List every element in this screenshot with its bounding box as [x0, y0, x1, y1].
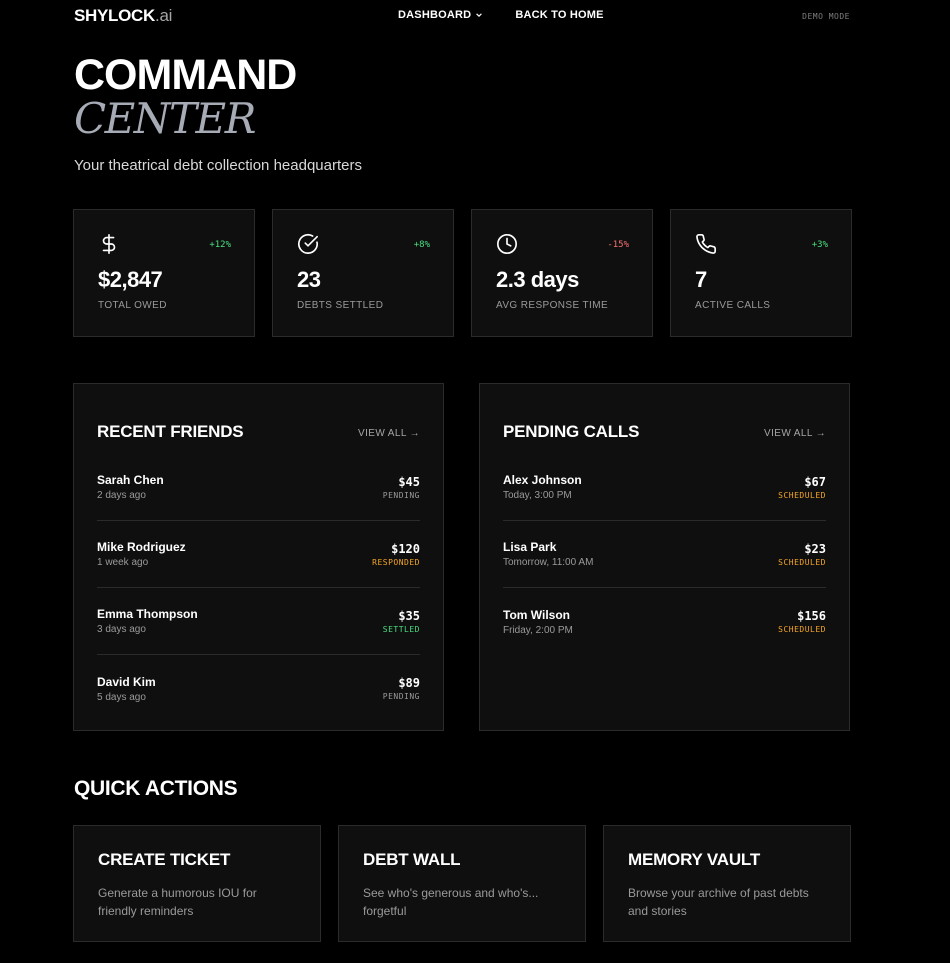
friend-name: Mike Rodriguez — [97, 540, 186, 554]
caller-name: Lisa Park — [503, 540, 557, 554]
stat-label: ACTIVE CALLS — [695, 300, 771, 311]
stat-card-avg-response-time: -15% 2.3 days AVG RESPONSE TIME — [471, 209, 653, 337]
phone-icon — [696, 234, 716, 254]
stat-change: +12% — [209, 240, 231, 250]
logo[interactable]: SHYLOCK.ai — [74, 6, 172, 26]
panel-header: PENDING CALLS VIEW ALL → — [503, 384, 826, 454]
amount: $89 — [398, 676, 420, 690]
list-item[interactable]: Sarah Chen 2 days ago $45 PENDING — [97, 454, 420, 521]
status-badge: SCHEDULED — [778, 557, 826, 567]
nav-dashboard-label: DASHBOARD — [398, 9, 472, 21]
stat-value: 23 — [297, 267, 321, 292]
check-circle-icon — [298, 233, 318, 254]
status-badge: SCHEDULED — [778, 625, 826, 634]
stats-row: +12% $2,847 TOTAL OWED +8% 23 DEBTS SETT… — [73, 209, 852, 337]
friend-time: 2 days ago — [97, 490, 146, 501]
stat-label: TOTAL OWED — [98, 300, 167, 311]
list-item[interactable]: Alex Johnson Today, 3:00 PM $67 SCHEDULED — [503, 454, 826, 521]
quick-actions-title: QUICK ACTIONS — [74, 777, 238, 800]
action-memory-vault[interactable]: MEMORY VAULT Browse your archive of past… — [603, 825, 851, 942]
amount: $156 — [797, 609, 826, 623]
friend-time: 3 days ago — [97, 624, 146, 635]
demo-mode-badge: DEMO MODE — [802, 12, 850, 21]
page-subtitle: Your theatrical debt collection headquar… — [74, 157, 362, 174]
panel-title: RECENT FRIENDS — [97, 422, 244, 441]
nav-back-to-home[interactable]: BACK TO HOME — [515, 9, 603, 21]
list-item[interactable]: Tom Wilson Friday, 2:00 PM $156 SCHEDULED — [503, 588, 826, 655]
stat-card-total-owed: +12% $2,847 TOTAL OWED — [73, 209, 255, 337]
stat-label: AVG RESPONSE TIME — [496, 300, 609, 311]
action-description: Browse your archive of past debts and st… — [628, 886, 809, 918]
stat-change: +3% — [811, 240, 828, 250]
list-item[interactable]: Emma Thompson 3 days ago $35 SETTLED — [97, 588, 420, 655]
amount: $120 — [391, 541, 420, 556]
chevron-down-icon — [476, 13, 483, 18]
amount: $23 — [804, 541, 826, 556]
friend-name: Sarah Chen — [97, 473, 164, 487]
dollar-icon — [102, 234, 116, 254]
top-bar: SHYLOCK.ai DASHBOARD BACK TO HOME DEMO M… — [0, 0, 950, 32]
view-all-link[interactable]: VIEW ALL → — [764, 428, 826, 442]
action-description: See who's generous and who's... forgetfu… — [363, 886, 539, 918]
stat-card-active-calls: +3% 7 ACTIVE CALLS — [670, 209, 852, 337]
pending-calls-panel: PENDING CALLS VIEW ALL → Alex Johnson Tod… — [479, 383, 850, 731]
main-nav: DASHBOARD BACK TO HOME — [398, 9, 604, 21]
status-badge: PENDING — [382, 490, 420, 500]
call-time: Tomorrow, 11:00 AM — [503, 557, 594, 568]
stat-change: +8% — [413, 240, 430, 250]
list-item[interactable]: Lisa Park Tomorrow, 11:00 AM $23 SCHEDULED — [503, 521, 826, 588]
logo-main: SHYLOCK — [74, 6, 156, 25]
call-time: Today, 3:00 PM — [503, 490, 572, 501]
status-badge: RESPONDED — [372, 557, 420, 567]
quick-actions-row: CREATE TICKET Generate a humorous IOU fo… — [73, 825, 851, 942]
panel-title: PENDING CALLS — [503, 422, 640, 441]
panel-header: RECENT FRIENDS VIEW ALL → — [97, 384, 420, 454]
list-item[interactable]: David Kim 5 days ago $89 PENDING — [97, 655, 420, 722]
stat-label: DEBTS SETTLED — [297, 300, 384, 311]
friend-time: 5 days ago — [97, 691, 146, 703]
caller-name: Tom Wilson — [503, 607, 570, 622]
stat-card-debts-settled: +8% 23 DEBTS SETTLED — [272, 209, 454, 337]
page-title-line2: CENTER — [74, 94, 256, 143]
nav-dashboard[interactable]: DASHBOARD — [398, 9, 483, 21]
stat-value: $2,847 — [98, 267, 163, 292]
amount: $45 — [398, 474, 420, 489]
status-badge: PENDING — [382, 692, 420, 701]
stat-value: 2.3 days — [496, 267, 579, 292]
nav-back-to-home-label: BACK TO HOME — [515, 9, 604, 21]
caller-name: Alex Johnson — [503, 473, 582, 487]
amount: $67 — [804, 474, 826, 489]
action-title: MEMORY VAULT — [628, 850, 761, 869]
action-debt-wall[interactable]: DEBT WALL See who's generous and who's..… — [338, 825, 586, 942]
call-time: Friday, 2:00 PM — [503, 624, 573, 636]
recent-friends-panel: RECENT FRIENDS VIEW ALL → Sarah Chen 2 da… — [73, 383, 444, 731]
list-item[interactable]: Mike Rodriguez 1 week ago $120 RESPONDED — [97, 521, 420, 588]
stat-change: -15% — [607, 240, 629, 250]
action-title: DEBT WALL — [363, 850, 461, 869]
amount: $35 — [398, 608, 420, 623]
status-badge: SETTLED — [382, 624, 420, 634]
view-all-link[interactable]: VIEW ALL → — [358, 428, 420, 442]
logo-suffix: .ai — [155, 6, 173, 25]
clock-icon — [497, 234, 517, 254]
stat-value: 7 — [695, 267, 707, 292]
status-badge: SCHEDULED — [778, 490, 826, 500]
friend-name: Emma Thompson — [97, 607, 198, 621]
friend-time: 1 week ago — [97, 557, 149, 568]
page-title-line1: COMMAND — [74, 51, 297, 99]
action-create-ticket[interactable]: CREATE TICKET Generate a humorous IOU fo… — [73, 825, 321, 942]
friend-name: David Kim — [97, 674, 156, 689]
action-title: CREATE TICKET — [98, 850, 231, 869]
action-description: Generate a humorous IOU for friendly rem… — [98, 886, 257, 918]
